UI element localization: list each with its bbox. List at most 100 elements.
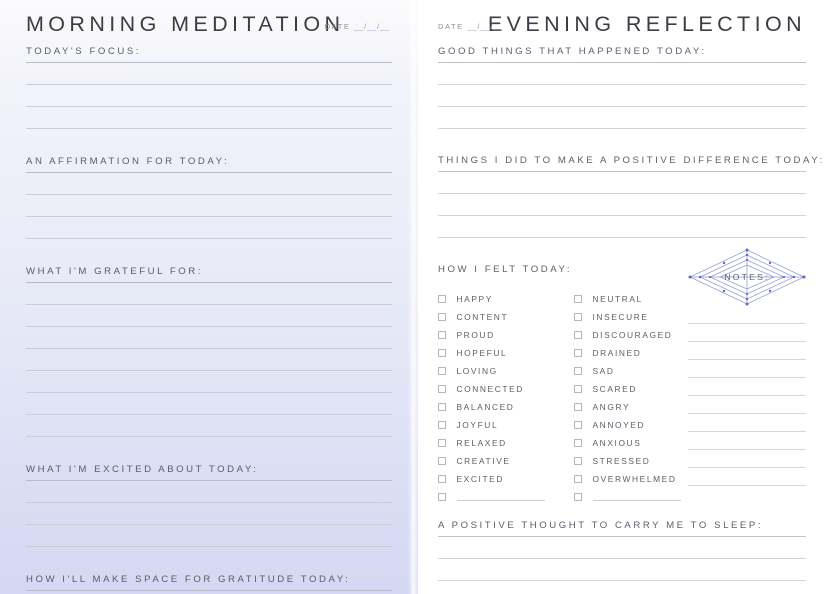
notes-write-line[interactable] (688, 341, 806, 342)
mood-option-row[interactable]: EXCITED (438, 470, 574, 488)
checkbox-icon[interactable] (574, 313, 582, 321)
checkbox-icon[interactable] (438, 313, 446, 321)
checkbox-icon[interactable] (574, 385, 582, 393)
notes-write-line[interactable] (688, 431, 806, 432)
checkbox-icon[interactable] (574, 475, 582, 483)
mood-option-row[interactable]: CONTENT (438, 308, 574, 326)
write-line[interactable] (438, 193, 806, 194)
checkbox-icon[interactable] (438, 385, 446, 393)
checkbox-icon[interactable] (438, 421, 446, 429)
write-line[interactable] (26, 326, 392, 327)
prompt-write-lines[interactable] (26, 282, 392, 437)
write-line[interactable] (438, 62, 806, 63)
mood-write-in-line[interactable] (456, 493, 545, 501)
mood-option-label: DISCOURAGED (592, 330, 673, 340)
notes-write-line[interactable] (688, 359, 806, 360)
closing-section-lines[interactable] (438, 536, 806, 581)
notes-write-line[interactable] (688, 323, 806, 324)
write-line[interactable] (438, 171, 806, 172)
checkbox-icon[interactable] (574, 439, 582, 447)
write-line[interactable] (438, 215, 806, 216)
checkbox-icon[interactable] (438, 439, 446, 447)
mood-write-in-line[interactable] (592, 493, 681, 501)
checkbox-icon[interactable] (438, 457, 446, 465)
notes-write-line[interactable] (688, 467, 806, 468)
checkbox-icon[interactable] (574, 331, 582, 339)
write-line[interactable] (438, 237, 806, 238)
mood-option-row[interactable]: HAPPY (438, 290, 574, 308)
write-line[interactable] (26, 414, 392, 415)
notes-write-lines[interactable] (688, 323, 806, 486)
write-line[interactable] (26, 480, 392, 481)
checkbox-icon[interactable] (574, 493, 582, 501)
write-line[interactable] (438, 106, 806, 107)
notes-write-line[interactable] (688, 485, 806, 486)
prompt-write-lines[interactable] (26, 172, 392, 239)
notes-write-line[interactable] (688, 395, 806, 396)
mood-option-row[interactable]: PROUD (438, 326, 574, 344)
notes-write-line[interactable] (688, 413, 806, 414)
write-line[interactable] (26, 282, 392, 283)
write-line[interactable] (26, 348, 392, 349)
write-line[interactable] (438, 128, 806, 129)
write-line[interactable] (438, 84, 806, 85)
notes-write-line[interactable] (688, 449, 806, 450)
checkbox-icon[interactable] (438, 493, 446, 501)
mood-option-label: INSECURE (592, 312, 649, 322)
write-line[interactable] (26, 216, 392, 217)
mood-column: HAPPY CONTENT PROUD HOPEFUL LOVING CONNECTED B… (438, 290, 574, 506)
checkbox-icon[interactable] (574, 457, 582, 465)
checkbox-icon[interactable] (438, 331, 446, 339)
date-field-evening[interactable]: DATE __/__/__ (438, 22, 503, 31)
checkbox-icon[interactable] (438, 295, 446, 303)
write-line[interactable] (26, 62, 392, 63)
date-field-morning[interactable]: DATE __/__/__ (325, 22, 390, 31)
checkbox-icon[interactable] (574, 403, 582, 411)
mood-option-label: SAD (592, 366, 615, 376)
notes-write-line[interactable] (688, 377, 806, 378)
prompt-write-lines[interactable] (438, 62, 806, 129)
mood-option-row[interactable]: JOYFUL (438, 416, 574, 434)
mood-option-row[interactable]: HOPEFUL (438, 344, 574, 362)
write-line[interactable] (26, 84, 392, 85)
mood-option-row[interactable]: BALANCED (438, 398, 574, 416)
write-line[interactable] (26, 392, 392, 393)
write-line[interactable] (26, 502, 392, 503)
mood-write-in-row[interactable] (438, 488, 574, 506)
prompt-write-lines[interactable] (26, 62, 392, 129)
prompt-write-lines[interactable] (438, 171, 806, 238)
write-line[interactable] (26, 546, 392, 547)
write-line[interactable] (26, 436, 392, 437)
mood-option-row[interactable]: RELAXED (438, 434, 574, 452)
prompt-write-lines[interactable] (26, 590, 392, 594)
write-line[interactable] (26, 590, 392, 591)
checkbox-icon[interactable] (574, 421, 582, 429)
write-line[interactable] (26, 128, 392, 129)
prompt-section: AN AFFIRMATION FOR TODAY: (26, 156, 392, 239)
checkbox-icon[interactable] (438, 367, 446, 375)
mood-option-row[interactable]: CONNECTED (438, 380, 574, 398)
mood-option-label: LOVING (456, 366, 498, 376)
checkbox-icon[interactable] (438, 475, 446, 483)
mood-write-in-row[interactable] (574, 488, 710, 506)
checkbox-icon[interactable] (574, 349, 582, 357)
write-line[interactable] (26, 524, 392, 525)
checkbox-icon[interactable] (438, 403, 446, 411)
write-line[interactable] (26, 370, 392, 371)
write-line[interactable] (26, 106, 392, 107)
checkbox-icon[interactable] (574, 367, 582, 375)
write-line[interactable] (438, 536, 806, 537)
mood-option-label: ANNOYED (592, 420, 646, 430)
write-line[interactable] (438, 558, 806, 559)
write-line[interactable] (438, 580, 806, 581)
checkbox-icon[interactable] (574, 295, 582, 303)
write-line[interactable] (26, 172, 392, 173)
write-line[interactable] (26, 238, 392, 239)
write-line[interactable] (26, 194, 392, 195)
mood-option-row[interactable]: LOVING (438, 362, 574, 380)
prompt-write-lines[interactable] (26, 480, 392, 547)
prompt-section-label: AN AFFIRMATION FOR TODAY: (26, 156, 230, 167)
mood-option-row[interactable]: CREATIVE (438, 452, 574, 470)
checkbox-icon[interactable] (438, 349, 446, 357)
write-line[interactable] (26, 304, 392, 305)
